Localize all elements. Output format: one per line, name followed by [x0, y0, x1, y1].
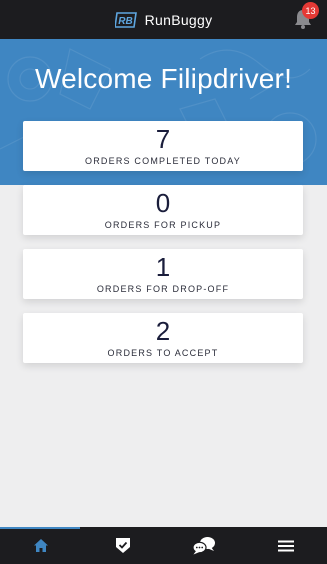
- card-count: 2: [155, 316, 171, 346]
- menu-icon: [278, 540, 295, 552]
- card-label: ORDERS TO ACCEPT: [107, 348, 219, 358]
- runbuggy-logo-icon: RB: [114, 11, 139, 28]
- top-bar: RB RunBuggy 13: [0, 0, 327, 39]
- nav-orders[interactable]: [82, 527, 164, 564]
- orders-pickup-card[interactable]: 0 ORDERS FOR PICKUP: [23, 185, 303, 235]
- order-summary-cards: 7 ORDERS COMPLETED TODAY 0 ORDERS FOR PI…: [23, 121, 303, 377]
- brand: RB RunBuggy: [114, 11, 213, 28]
- chat-bubbles-icon: [192, 536, 216, 555]
- orders-dropoff-card[interactable]: 1 ORDERS FOR DROP-OFF: [23, 249, 303, 299]
- bottom-navigation: [0, 527, 327, 564]
- active-tab-indicator: [0, 527, 80, 529]
- home-icon: [33, 538, 49, 553]
- card-count: 1: [155, 252, 171, 282]
- card-label: ORDERS FOR DROP-OFF: [96, 284, 230, 294]
- orders-completed-card[interactable]: 7 ORDERS COMPLETED TODAY: [23, 121, 303, 171]
- welcome-heading: Welcome Filipdriver!: [34, 63, 293, 94]
- card-label: ORDERS FOR PICKUP: [104, 220, 222, 230]
- notification-badge: 13: [302, 2, 319, 19]
- orders-to-accept-card[interactable]: 2 ORDERS TO ACCEPT: [23, 313, 303, 363]
- card-count: 7: [155, 124, 171, 154]
- nav-messages[interactable]: [164, 527, 246, 564]
- card-count: 0: [155, 188, 171, 218]
- nav-home[interactable]: [0, 527, 82, 564]
- notifications-button[interactable]: 13: [293, 2, 319, 30]
- app-screen: RB RunBuggy 13 Welcome Filipdriver! 7 OR…: [0, 0, 327, 564]
- brand-name: RunBuggy: [144, 11, 213, 28]
- nav-menu[interactable]: [245, 527, 327, 564]
- svg-text:RB: RB: [118, 16, 132, 27]
- shield-check-icon: [115, 537, 131, 554]
- card-label: ORDERS COMPLETED TODAY: [85, 156, 241, 166]
